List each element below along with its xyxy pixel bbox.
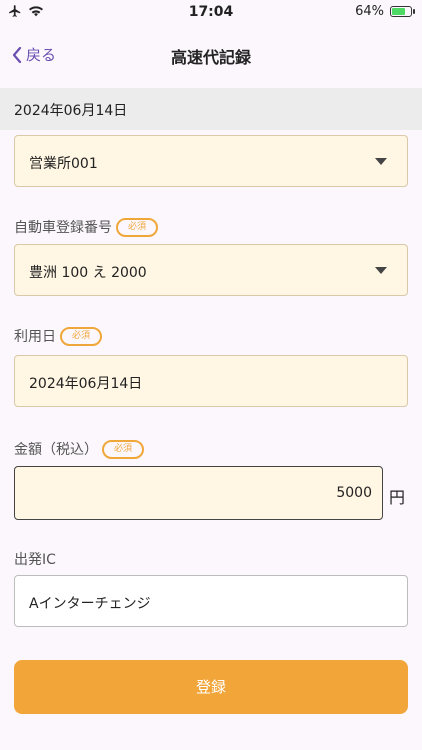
departure-ic-value: Aインターチェンジ: [29, 596, 151, 612]
page-title: 高速代記録: [170, 48, 251, 67]
car-number-select[interactable]: 豊洲 100 え 2000: [14, 244, 408, 296]
amount-label-row: 金額（税込） 必須: [14, 439, 145, 459]
car-number-value: 豊洲 100 え 2000: [29, 265, 147, 281]
use-date-label: 利用日: [14, 329, 56, 345]
car-number-label-row: 自動車登録番号 必須: [14, 217, 159, 237]
office-select[interactable]: 営業所001: [14, 135, 408, 187]
amount-input[interactable]: 5000: [14, 466, 383, 520]
chevron-down-icon: [375, 158, 387, 165]
required-badge: 必須: [60, 326, 103, 346]
departure-ic-label-row: 出発IC: [14, 549, 56, 569]
submit-button[interactable]: 登録: [14, 660, 408, 714]
use-date-value: 2024年06月14日: [29, 376, 143, 392]
date-bar-date: 2024年06月14日: [14, 103, 128, 119]
battery-charging-icon: [390, 6, 415, 17]
amount-label: 金額（税込）: [14, 442, 98, 458]
chevron-down-icon: [375, 267, 387, 274]
office-select-value: 営業所001: [29, 156, 98, 172]
date-bar: 2024年06月14日: [0, 88, 422, 130]
use-date-field[interactable]: 2024年06月14日: [14, 355, 408, 407]
required-badge: 必須: [116, 217, 159, 237]
use-date-label-row: 利用日 必須: [14, 326, 103, 346]
car-number-label: 自動車登録番号: [14, 220, 112, 236]
amount-unit: 円: [389, 488, 406, 507]
required-badge: 必須: [102, 439, 145, 459]
amount-value: 5000: [336, 485, 372, 501]
status-bar: 17:04 64%: [0, 0, 422, 26]
battery-fill: [392, 8, 405, 15]
nav-bar: 戻る 高速代記録: [0, 30, 422, 80]
battery-percent: 64%: [355, 4, 384, 19]
departure-ic-label: 出発IC: [14, 552, 56, 568]
status-right: 64%: [355, 4, 415, 19]
departure-ic-input[interactable]: Aインターチェンジ: [14, 575, 408, 627]
